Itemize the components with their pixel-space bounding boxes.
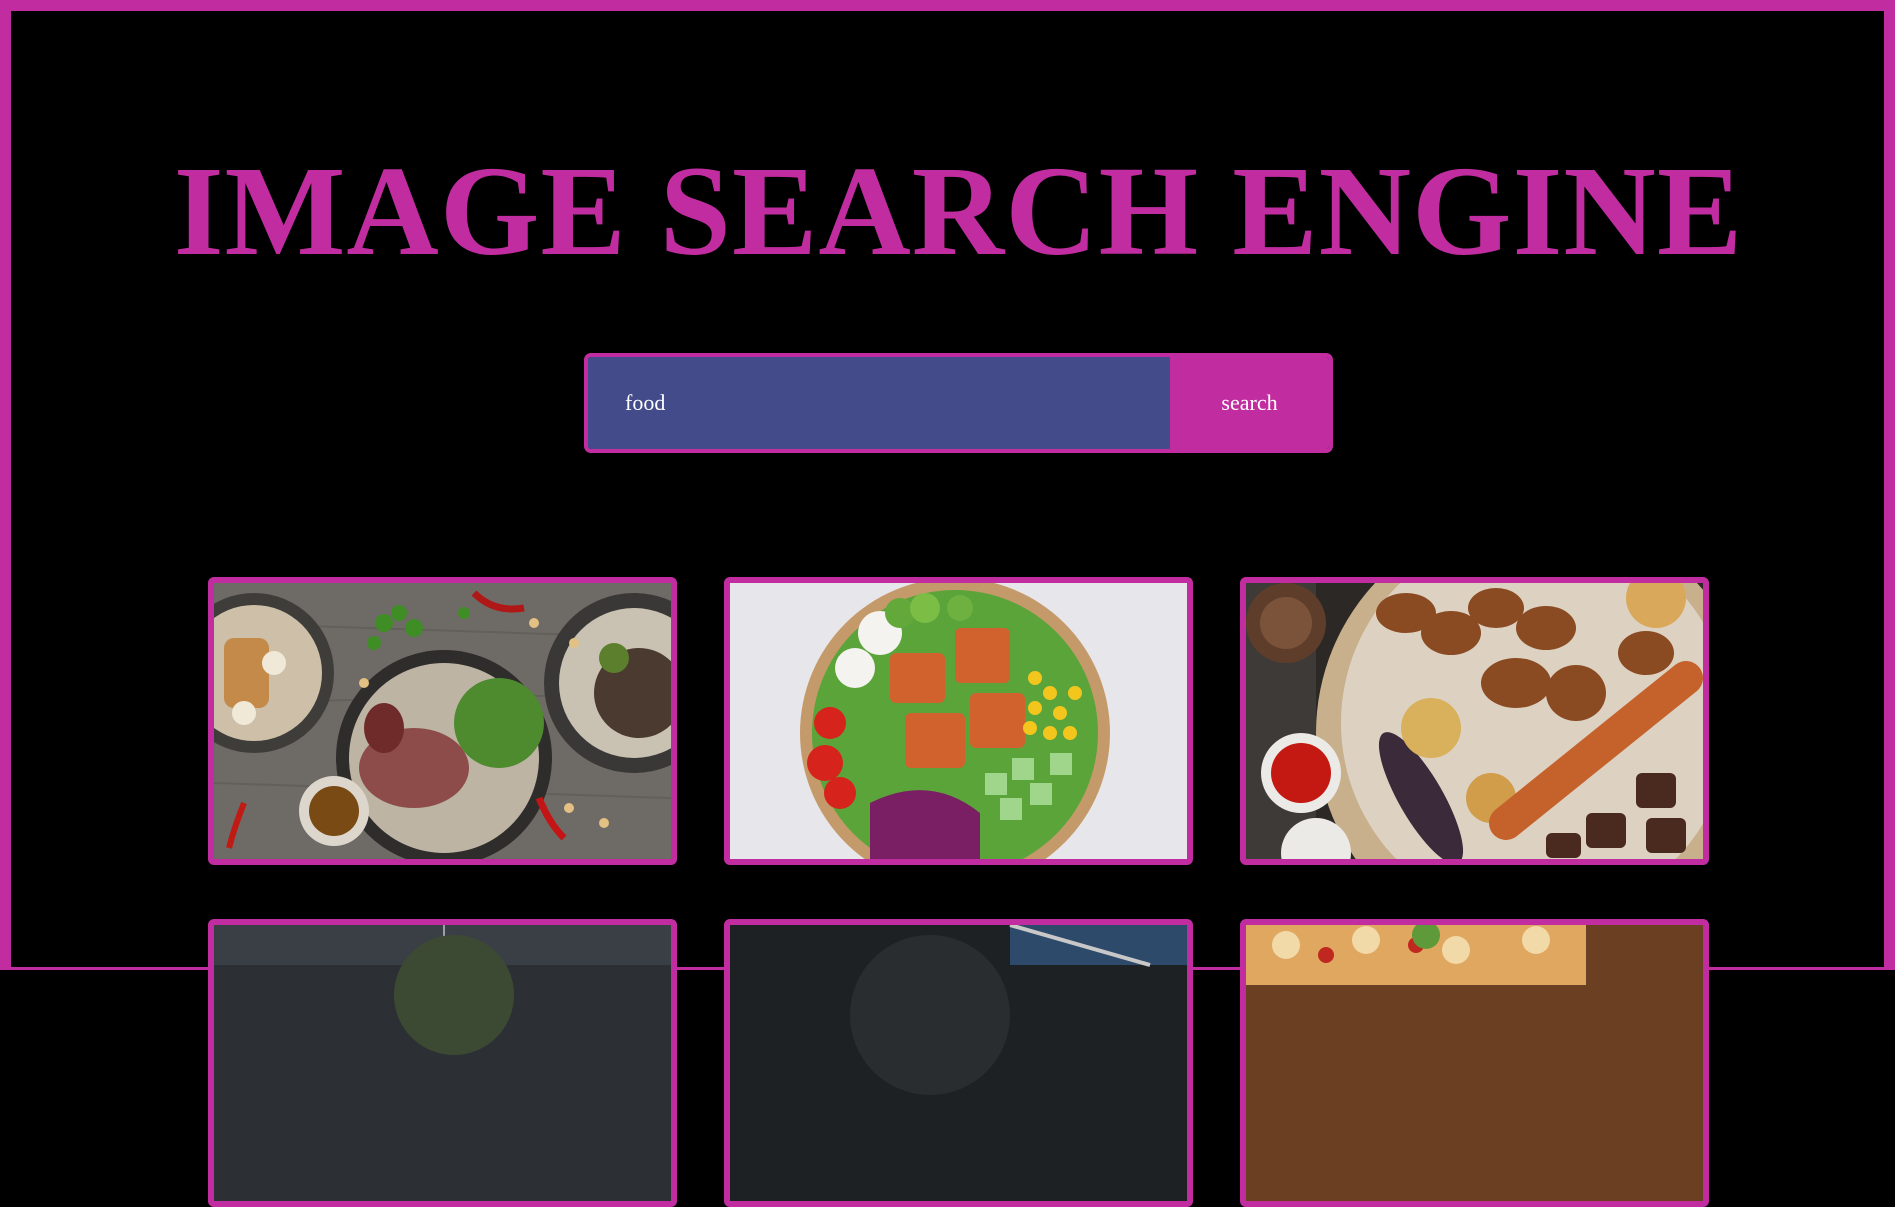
result-image xyxy=(730,925,1187,1201)
result-image xyxy=(1246,583,1703,859)
result-image xyxy=(214,583,671,859)
result-image xyxy=(214,925,671,1201)
result-image xyxy=(730,583,1187,859)
search-bar: search xyxy=(584,353,1333,453)
search-input[interactable] xyxy=(588,357,1170,449)
result-image-card[interactable] xyxy=(208,577,677,865)
page-frame: IMAGE SEARCH ENGINE search xyxy=(0,0,1895,1207)
result-image-card[interactable] xyxy=(208,919,677,1207)
result-image-card[interactable] xyxy=(1240,919,1709,1207)
result-image-card[interactable] xyxy=(724,919,1193,1207)
results-grid xyxy=(208,577,1709,1207)
search-button[interactable]: search xyxy=(1170,357,1329,449)
result-image xyxy=(1246,925,1703,1201)
result-image-card[interactable] xyxy=(724,577,1193,865)
result-image-card[interactable] xyxy=(1240,577,1709,865)
page-title: IMAGE SEARCH ENGINE xyxy=(173,140,1744,282)
